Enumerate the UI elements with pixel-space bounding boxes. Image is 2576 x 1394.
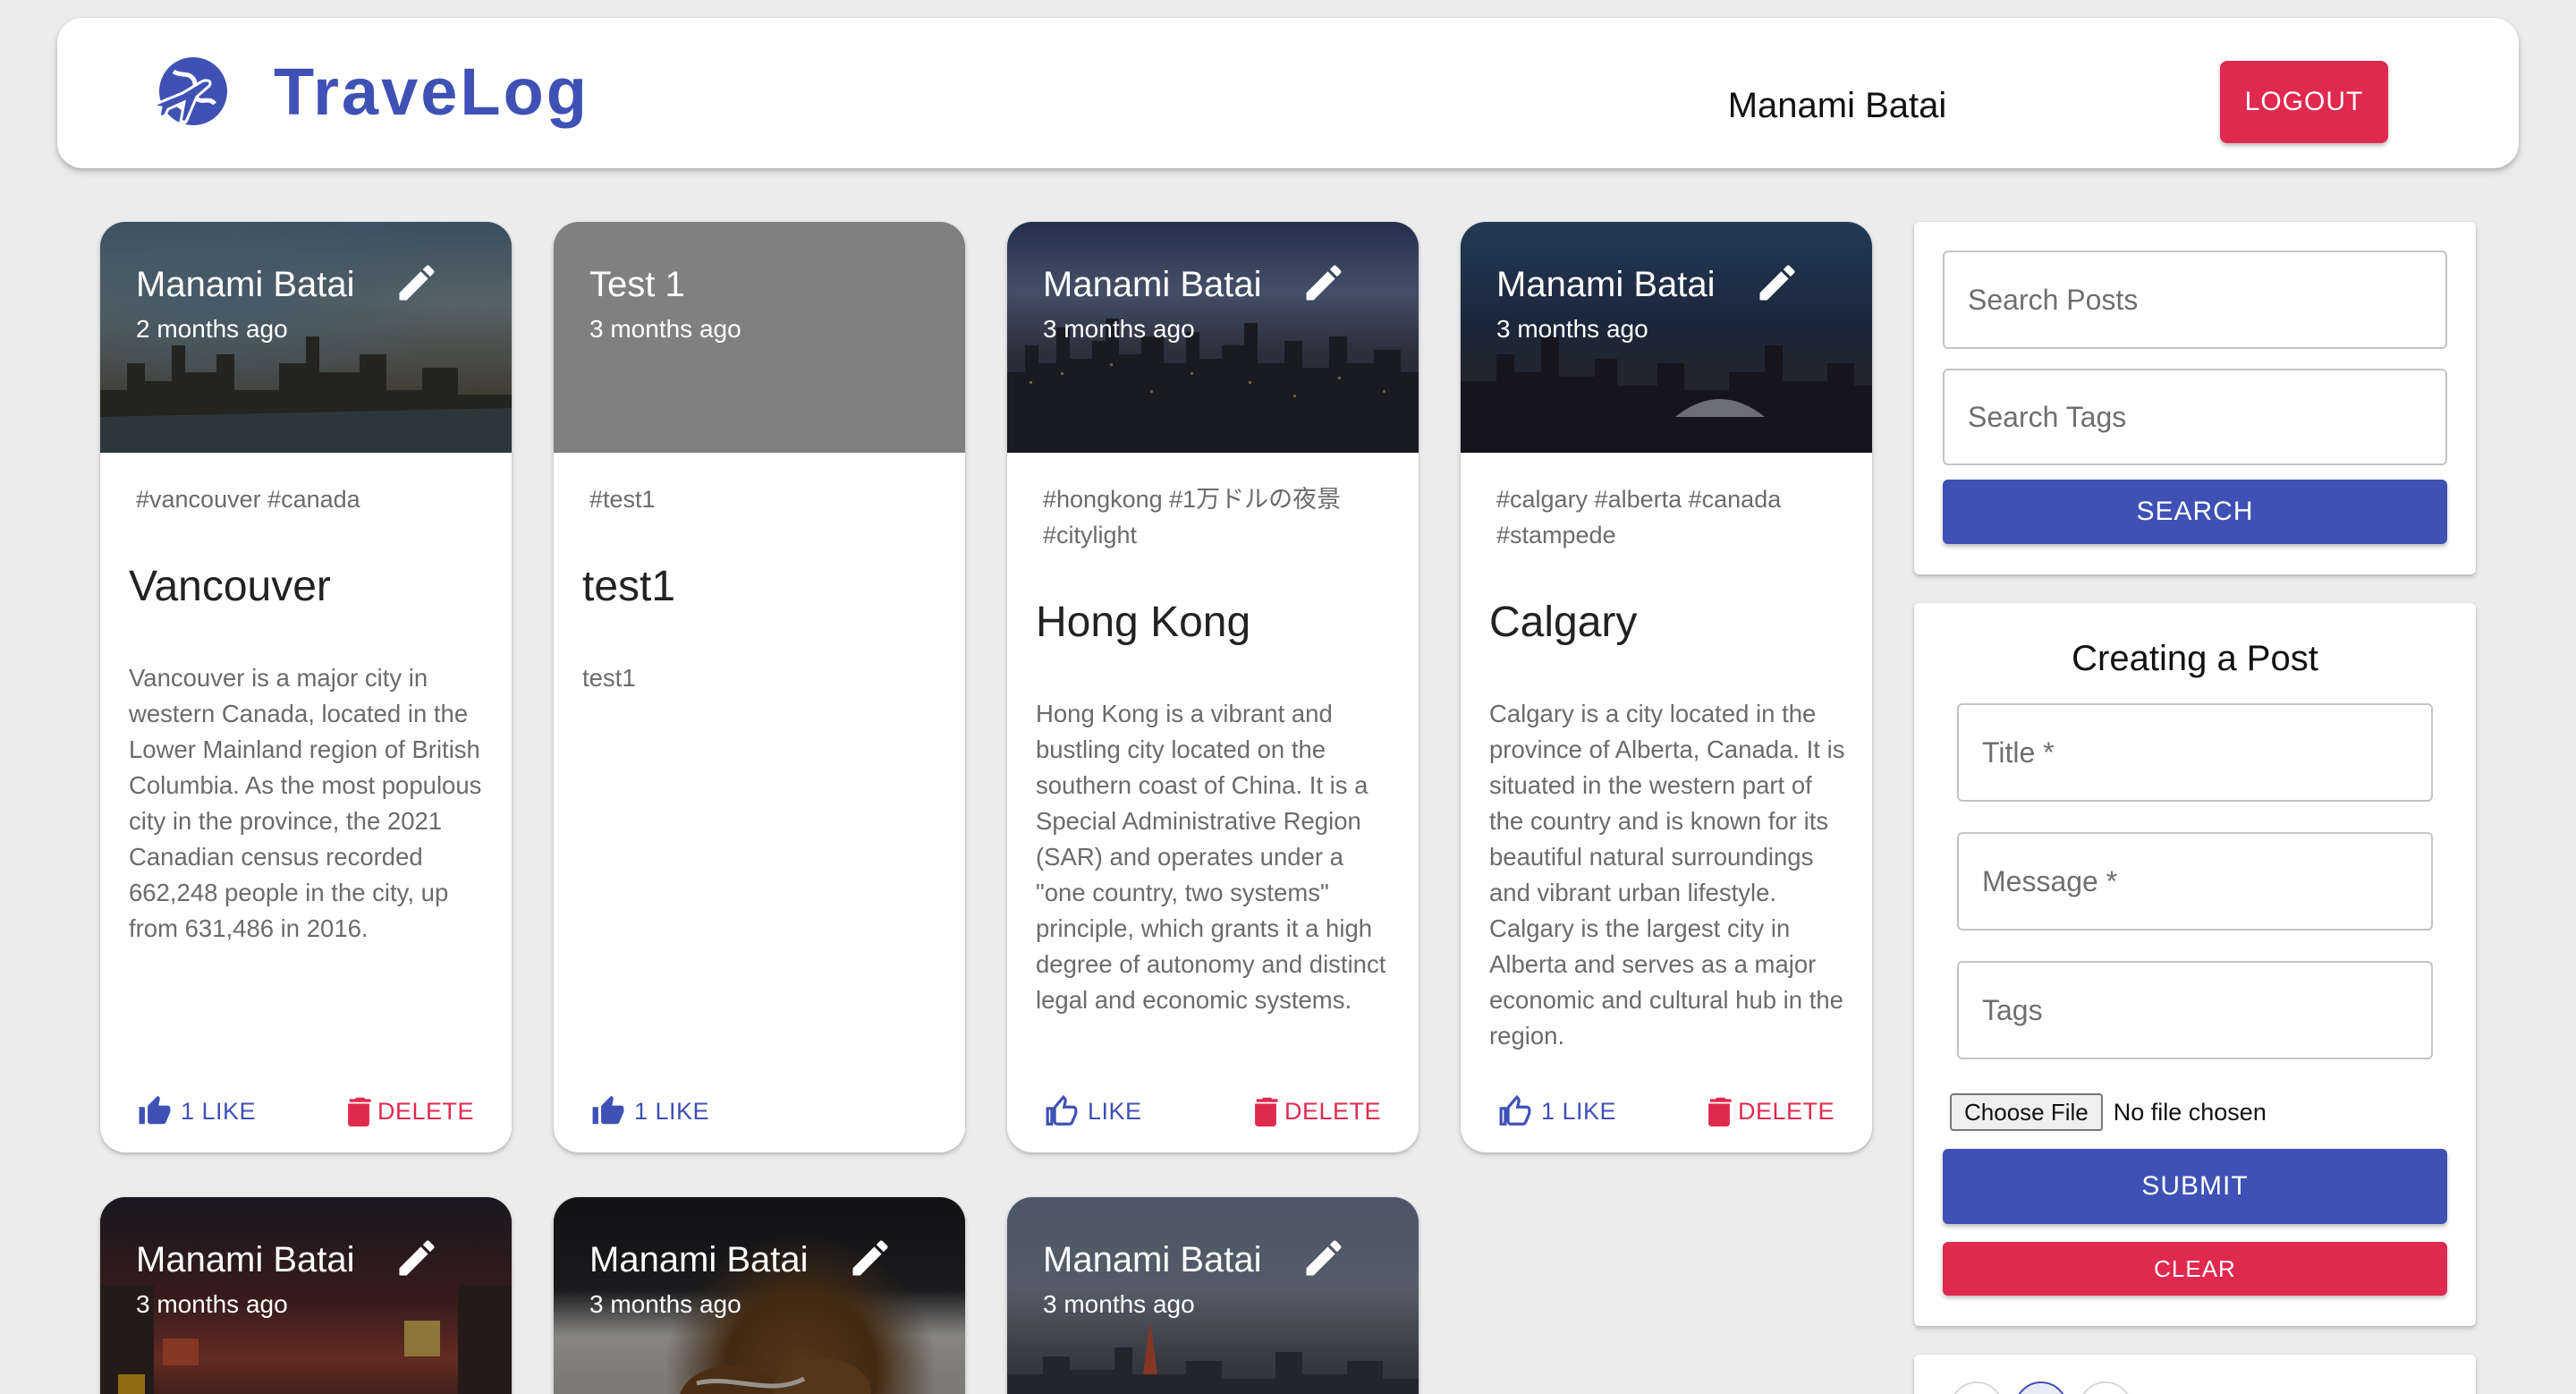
post-card-takoyaki[interactable]: Manami Batai 3 months ago	[554, 1197, 965, 1394]
logout-button[interactable]: LOGOUT	[2220, 61, 2388, 143]
trash-icon	[1255, 1097, 1278, 1126]
like-button[interactable]: 1 LIKE	[1498, 1090, 1616, 1133]
create-post-panel: Creating a Post Choose File No file chos…	[1914, 603, 2476, 1326]
pagination-page-current[interactable]	[2014, 1381, 2068, 1394]
post-tags: #hongkong #1万ドルの夜景 #citylight	[1043, 486, 1342, 548]
thumb-up-outline-icon	[1046, 1094, 1078, 1126]
search-button[interactable]: SEARCH	[1943, 480, 2447, 544]
title-field[interactable]	[1957, 703, 2433, 802]
post-image: Test 1 3 months ago	[554, 222, 965, 453]
search-posts-input[interactable]	[1943, 251, 2447, 349]
pagination-panel	[1914, 1355, 2476, 1394]
post-message: Vancouver is a major city in western Can…	[129, 664, 482, 942]
post-card-test1[interactable]: Test 1 3 months ago #test1 test1 test1 1…	[554, 222, 965, 1152]
like-label: 1 LIKE	[634, 1097, 710, 1125]
post-time: 3 months ago	[1496, 315, 1648, 343]
post-tags: #vancouver #canada	[136, 486, 360, 513]
delete-button[interactable]: DELETE	[1252, 1090, 1381, 1133]
post-actions: 1 LIKE DELETE	[100, 1072, 512, 1152]
post-card-calgary[interactable]: Manami Batai 3 months ago #calgary #albe…	[1461, 222, 1872, 1152]
file-picker: Choose File No file chosen	[1950, 1093, 2267, 1131]
tags-field[interactable]	[1957, 961, 2433, 1059]
post-card-new-york[interactable]: Manami Batai 3 months ago	[100, 1197, 512, 1394]
form-title: Creating a Post	[2072, 639, 2318, 678]
post-tags: #test1	[589, 486, 656, 513]
post-actions: LIKE DELETE	[1007, 1072, 1419, 1152]
post-time: 3 months ago	[589, 315, 741, 343]
post-actions: 1 LIKE	[554, 1072, 965, 1152]
post-message: Calgary is a city located in the provinc…	[1489, 700, 1845, 1050]
post-image: Manami Batai 2 months ago	[100, 222, 512, 453]
post-owner: Manami Batai	[136, 1240, 355, 1279]
post-owner: Manami Batai	[589, 1240, 809, 1279]
brand[interactable]: TraveLog	[147, 47, 589, 136]
clear-button[interactable]: CLEAR	[1943, 1242, 2447, 1296]
post-card-hong-kong[interactable]: Manami Batai 3 months ago #hongkong #1万ド…	[1007, 222, 1419, 1152]
post-card-tokyo[interactable]: Manami Batai 3 months ago	[1007, 1197, 1419, 1394]
edit-pencil-icon[interactable]	[394, 259, 440, 306]
brand-name: TraveLog	[274, 54, 589, 129]
post-image: Manami Batai 3 months ago	[1007, 222, 1419, 453]
like-label: LIKE	[1088, 1097, 1142, 1125]
post-message: Hong Kong is a vibrant and bustling city…	[1036, 700, 1386, 1014]
trash-icon	[1708, 1097, 1732, 1126]
post-card-vancouver[interactable]: Manami Batai 2 months ago #vancouver #ca…	[100, 222, 512, 1152]
app-bar: TraveLog Manami Batai LOGOUT	[57, 18, 2519, 168]
post-owner: Test 1	[589, 265, 685, 304]
pagination-previous[interactable]	[1950, 1381, 2004, 1394]
search-panel: SEARCH	[1914, 222, 2476, 574]
delete-label: DELETE	[1284, 1097, 1381, 1125]
delete-button[interactable]: DELETE	[1706, 1090, 1835, 1133]
post-time: 3 months ago	[1043, 1290, 1195, 1318]
pagination-next[interactable]	[2079, 1381, 2132, 1394]
post-message: test1	[582, 664, 636, 692]
like-label: 1 LIKE	[181, 1097, 257, 1125]
post-image: Manami Batai 3 months ago	[1007, 1197, 1419, 1394]
post-title: test1	[582, 563, 676, 610]
globe-airplane-icon	[147, 57, 227, 126]
edit-pencil-icon[interactable]	[394, 1235, 440, 1281]
delete-button[interactable]: DELETE	[345, 1090, 474, 1133]
like-button[interactable]: 1 LIKE	[591, 1090, 709, 1133]
thumb-up-icon	[592, 1095, 624, 1125]
post-owner: Manami Batai	[136, 265, 355, 304]
edit-pencil-icon[interactable]	[1301, 1235, 1347, 1281]
search-tags-input[interactable]	[1943, 369, 2447, 465]
post-actions: 1 LIKE DELETE	[1461, 1072, 1872, 1152]
post-title: Vancouver	[129, 563, 331, 610]
message-field[interactable]	[1957, 832, 2433, 931]
post-tags: #calgary #alberta #canada #stampede	[1496, 486, 1782, 548]
post-title: Calgary	[1489, 599, 1638, 646]
like-button[interactable]: 1 LIKE	[138, 1090, 256, 1133]
thumb-up-icon	[139, 1095, 171, 1125]
post-image: Manami Batai 3 months ago	[100, 1197, 512, 1394]
file-status: No file chosen	[2113, 1098, 2267, 1126]
post-owner: Manami Batai	[1043, 1240, 1262, 1279]
thumb-up-outline-icon	[1499, 1094, 1531, 1126]
submit-button[interactable]: SUBMIT	[1943, 1149, 2447, 1224]
post-image: Manami Batai 3 months ago	[554, 1197, 965, 1394]
post-owner: Manami Batai	[1496, 265, 1716, 304]
edit-pencil-icon[interactable]	[1301, 259, 1347, 306]
post-image: Manami Batai 3 months ago	[1461, 222, 1872, 453]
post-time: 3 months ago	[589, 1290, 741, 1318]
choose-file-button[interactable]: Choose File	[1950, 1093, 2103, 1131]
edit-pencil-icon[interactable]	[847, 1235, 894, 1281]
post-title: Hong Kong	[1036, 599, 1251, 646]
post-time: 3 months ago	[136, 1290, 288, 1318]
post-time: 3 months ago	[1043, 315, 1195, 343]
trash-icon	[348, 1097, 371, 1126]
like-button[interactable]: LIKE	[1045, 1090, 1142, 1133]
current-user-name: Manami Batai	[1727, 86, 1947, 125]
delete-label: DELETE	[377, 1097, 474, 1125]
post-owner: Manami Batai	[1043, 265, 1262, 304]
post-time: 2 months ago	[136, 315, 288, 343]
edit-pencil-icon[interactable]	[1754, 259, 1801, 306]
like-label: 1 LIKE	[1541, 1097, 1617, 1125]
delete-label: DELETE	[1737, 1097, 1835, 1125]
